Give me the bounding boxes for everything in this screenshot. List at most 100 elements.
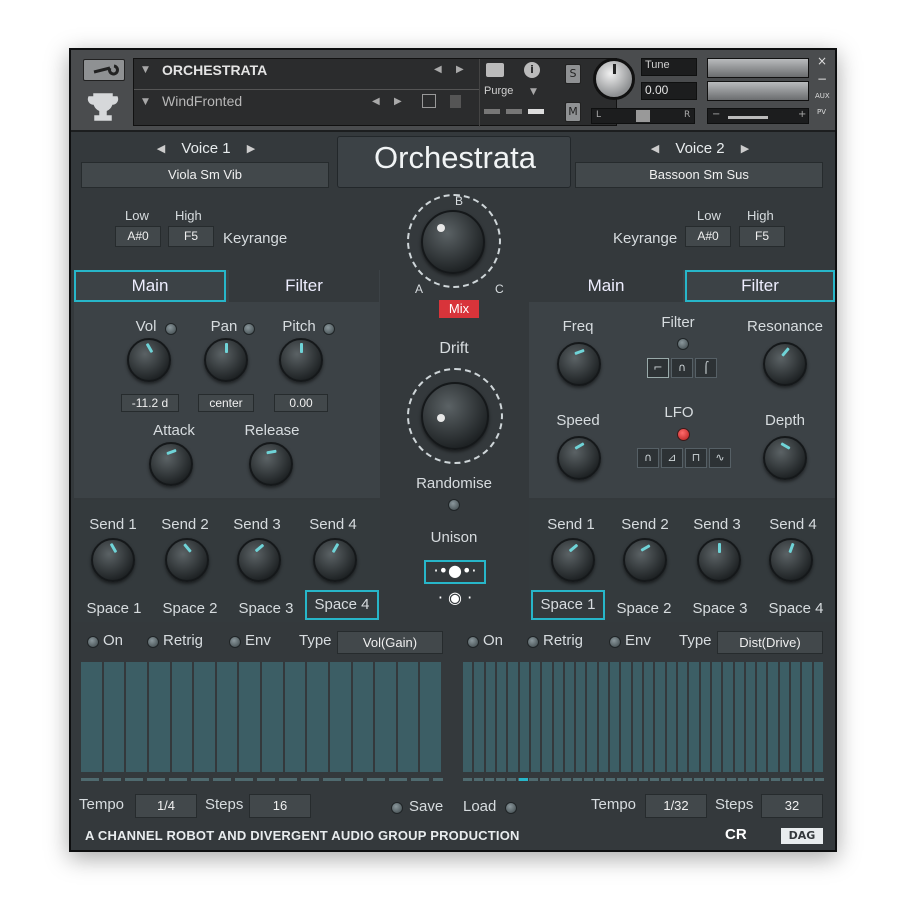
v2-space1-tab[interactable]: Space 1 <box>531 590 605 620</box>
v1-seq-env-led[interactable] <box>229 636 241 648</box>
sequencer-step[interactable] <box>262 662 285 772</box>
attack-knob[interactable] <box>149 442 193 486</box>
sequencer-step[interactable] <box>474 662 486 772</box>
v1-send1-knob[interactable] <box>91 538 135 582</box>
tune-knob[interactable] <box>593 58 635 100</box>
v1-space4-tab[interactable]: Space 4 <box>305 590 379 620</box>
solo-button[interactable]: S <box>565 64 581 84</box>
v2-steps-field[interactable]: 32 <box>761 794 823 818</box>
v2-step-sequencer[interactable] <box>463 662 825 772</box>
info-icon[interactable]: i <box>524 62 540 78</box>
save-button[interactable]: Save <box>409 798 443 815</box>
voice1-tab-filter[interactable]: Filter <box>229 270 379 302</box>
voice1-prev-icon[interactable]: ◀ <box>151 142 171 155</box>
pitch-led[interactable] <box>323 323 335 335</box>
sequencer-step[interactable] <box>307 662 330 772</box>
prev-snapshot-icon[interactable]: ◀ <box>372 96 380 107</box>
close-icon[interactable]: × <box>817 54 827 68</box>
sequencer-step[interactable] <box>745 662 758 772</box>
voice2-tab-main[interactable]: Main <box>529 270 683 302</box>
sequencer-step[interactable] <box>564 662 577 772</box>
unison-eye-icon[interactable]: · ◉ · <box>424 588 486 612</box>
v2-tempo-field[interactable]: 1/32 <box>645 794 707 818</box>
save-snapshot-icon[interactable] <box>422 94 436 108</box>
voice2-tab-filter[interactable]: Filter <box>685 270 835 302</box>
load-led[interactable] <box>505 802 517 814</box>
aux-button[interactable]: AUX <box>815 92 830 100</box>
instrument-dropdown-icon[interactable]: ▼ <box>142 65 149 75</box>
sequencer-step[interactable] <box>81 662 104 772</box>
v2-send2-knob[interactable] <box>623 538 667 582</box>
voice2-next-icon[interactable]: ▶ <box>735 142 755 155</box>
v1-seq-retrig-led[interactable] <box>147 636 159 648</box>
sequencer-step[interactable] <box>700 662 712 772</box>
lfo-sine-icon[interactable]: ∩ <box>637 448 659 468</box>
minimize-icon[interactable]: − <box>817 72 827 86</box>
pan-led[interactable] <box>243 323 255 335</box>
sequencer-step[interactable] <box>420 662 443 772</box>
v1-space2-tab[interactable]: Space 2 <box>153 595 227 625</box>
sequencer-step[interactable] <box>530 662 543 772</box>
pan-value[interactable]: center <box>198 394 254 412</box>
sequencer-step[interactable] <box>463 662 475 772</box>
sequencer-step[interactable] <box>734 662 746 772</box>
sequencer-step[interactable] <box>711 662 724 772</box>
resonance-knob[interactable] <box>763 342 807 386</box>
next-instrument-icon[interactable]: ▶ <box>456 64 464 75</box>
v1-space3-tab[interactable]: Space 3 <box>229 595 303 625</box>
wrench-button[interactable] <box>83 59 125 81</box>
sequencer-step[interactable] <box>216 662 240 772</box>
camera-icon[interactable] <box>486 63 504 77</box>
v1-step-sequencer[interactable] <box>81 662 443 772</box>
mix-knob[interactable] <box>421 210 485 274</box>
pv-button[interactable]: PV <box>817 108 826 116</box>
voice2-low-field[interactable]: A#0 <box>685 226 731 247</box>
sequencer-step[interactable] <box>103 662 127 772</box>
sequencer-step[interactable] <box>397 662 421 772</box>
v2-send4-knob[interactable] <box>769 538 813 582</box>
load-button[interactable]: Load <box>463 798 496 815</box>
sequencer-step[interactable] <box>126 662 149 772</box>
mute-button[interactable]: M <box>565 102 581 122</box>
sequencer-step[interactable] <box>284 662 308 772</box>
drift-knob[interactable] <box>421 382 489 450</box>
sequencer-step[interactable] <box>148 662 172 772</box>
sequencer-step[interactable] <box>791 662 803 772</box>
v2-seq-env-led[interactable] <box>609 636 621 648</box>
sequencer-step[interactable] <box>655 662 667 772</box>
sequencer-step[interactable] <box>610 662 622 772</box>
sequencer-step[interactable] <box>689 662 701 772</box>
sequencer-step[interactable] <box>587 662 599 772</box>
lfo-saw-icon[interactable]: ⊿ <box>661 448 683 468</box>
sequencer-step[interactable] <box>768 662 780 772</box>
release-knob[interactable] <box>249 442 293 486</box>
sequencer-step[interactable] <box>632 662 644 772</box>
v1-space1-tab[interactable]: Space 1 <box>77 595 151 625</box>
voice1-high-field[interactable]: F5 <box>168 226 214 247</box>
v2-space4-tab[interactable]: Space 4 <box>759 595 833 625</box>
sequencer-step[interactable] <box>194 662 217 772</box>
sequencer-step[interactable] <box>677 662 690 772</box>
sequencer-step[interactable] <box>239 662 262 772</box>
vol-value[interactable]: -11.2 d <box>121 394 179 412</box>
sequencer-step[interactable] <box>576 662 588 772</box>
sequencer-step[interactable] <box>519 662 531 772</box>
v2-seq-on-led[interactable] <box>467 636 479 648</box>
v1-send3-knob[interactable] <box>237 538 281 582</box>
lowpass-shape-icon[interactable]: ⌐ <box>647 358 669 378</box>
next-snapshot-icon[interactable]: ▶ <box>394 96 402 107</box>
pitch-value[interactable]: 0.00 <box>274 394 328 412</box>
unison-spread-button[interactable]: ·•●•· <box>424 560 486 584</box>
sequencer-step[interactable] <box>598 662 611 772</box>
v2-seq-type-selector[interactable]: Dist(Drive) <box>717 631 823 654</box>
sequencer-step[interactable] <box>644 662 656 772</box>
sequencer-step[interactable] <box>723 662 735 772</box>
voice1-next-icon[interactable]: ▶ <box>241 142 261 155</box>
pan-slider[interactable]: L R <box>591 108 695 124</box>
sequencer-step[interactable] <box>485 662 497 772</box>
vol-led[interactable] <box>165 323 177 335</box>
vol-knob[interactable] <box>127 338 171 382</box>
v2-send1-knob[interactable] <box>551 538 595 582</box>
v1-steps-field[interactable]: 16 <box>249 794 311 818</box>
bandpass-shape-icon[interactable]: ∩ <box>671 358 693 378</box>
